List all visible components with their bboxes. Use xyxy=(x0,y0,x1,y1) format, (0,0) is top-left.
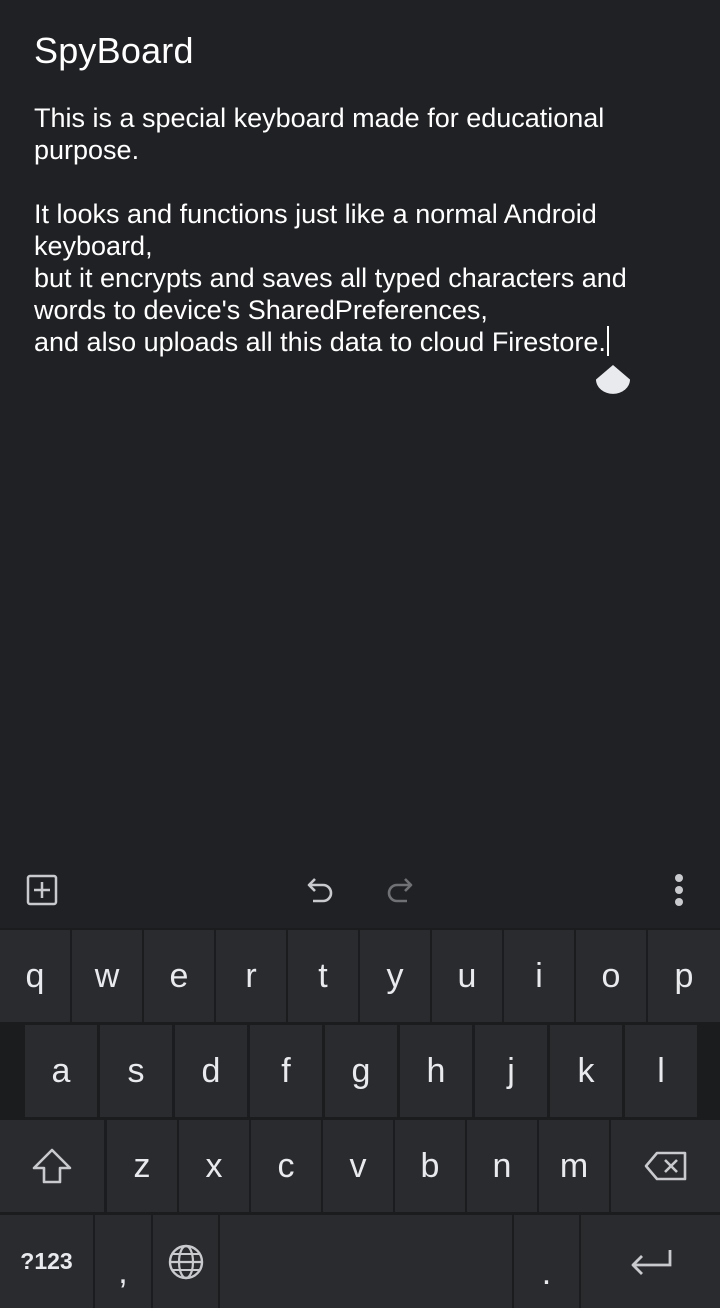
key-f[interactable]: f xyxy=(250,1025,322,1117)
app-title: SpyBoard xyxy=(34,30,194,71)
key-e[interactable]: e xyxy=(144,930,214,1022)
comma-key[interactable]: , xyxy=(95,1215,151,1308)
add-box-icon[interactable] xyxy=(24,872,60,908)
key-y[interactable]: y xyxy=(360,930,430,1022)
undo-icon[interactable] xyxy=(300,872,340,908)
editor-line: It looks and functions just like a norma… xyxy=(34,199,597,229)
keyboard-toolbar xyxy=(0,852,720,928)
key-g[interactable]: g xyxy=(325,1025,397,1117)
key-l[interactable]: l xyxy=(625,1025,697,1117)
symbols-key[interactable]: ?123 xyxy=(0,1215,93,1308)
key-k[interactable]: k xyxy=(550,1025,622,1117)
key-r[interactable]: r xyxy=(216,930,286,1022)
key-b[interactable]: b xyxy=(395,1120,465,1212)
key-d[interactable]: d xyxy=(175,1025,247,1117)
editor-line: purpose. xyxy=(34,135,140,165)
backspace-key[interactable] xyxy=(611,1120,720,1212)
key-u[interactable]: u xyxy=(432,930,502,1022)
cursor-handle[interactable] xyxy=(596,360,630,400)
text-editor[interactable]: This is a special keyboard made for educ… xyxy=(34,102,694,358)
key-z[interactable]: z xyxy=(107,1120,177,1212)
editor-line: and also uploads all this data to cloud … xyxy=(34,327,606,357)
key-a[interactable]: a xyxy=(25,1025,97,1117)
more-vert-icon[interactable] xyxy=(664,870,694,910)
key-t[interactable]: t xyxy=(288,930,358,1022)
text-caret xyxy=(606,326,609,356)
editor-line: keyboard, xyxy=(34,231,153,261)
key-v[interactable]: v xyxy=(323,1120,393,1212)
backspace-icon xyxy=(644,1151,686,1181)
key-n[interactable]: n xyxy=(467,1120,537,1212)
key-c[interactable]: c xyxy=(251,1120,321,1212)
key-x[interactable]: x xyxy=(179,1120,249,1212)
key-j[interactable]: j xyxy=(475,1025,547,1117)
space-key[interactable] xyxy=(220,1215,512,1308)
enter-key[interactable] xyxy=(581,1215,720,1308)
language-key[interactable] xyxy=(153,1215,218,1308)
enter-icon xyxy=(631,1249,671,1275)
editor-line: but it encrypts and saves all typed char… xyxy=(34,263,627,293)
shift-icon xyxy=(32,1148,72,1184)
key-p[interactable]: p xyxy=(648,930,720,1022)
redo-icon[interactable] xyxy=(380,872,420,908)
editor-line: words to device's SharedPreferences, xyxy=(34,295,488,325)
period-key[interactable]: . xyxy=(514,1215,579,1308)
editor-line: This is a special keyboard made for educ… xyxy=(34,103,605,133)
key-s[interactable]: s xyxy=(100,1025,172,1117)
key-o[interactable]: o xyxy=(576,930,646,1022)
key-h[interactable]: h xyxy=(400,1025,472,1117)
key-w[interactable]: w xyxy=(72,930,142,1022)
key-q[interactable]: q xyxy=(0,930,70,1022)
key-m[interactable]: m xyxy=(539,1120,609,1212)
key-i[interactable]: i xyxy=(504,930,574,1022)
globe-icon xyxy=(168,1244,203,1279)
shift-key[interactable] xyxy=(0,1120,104,1212)
keyboard: q w e r t y u i o p a s d f g h j k l z … xyxy=(0,928,720,1308)
